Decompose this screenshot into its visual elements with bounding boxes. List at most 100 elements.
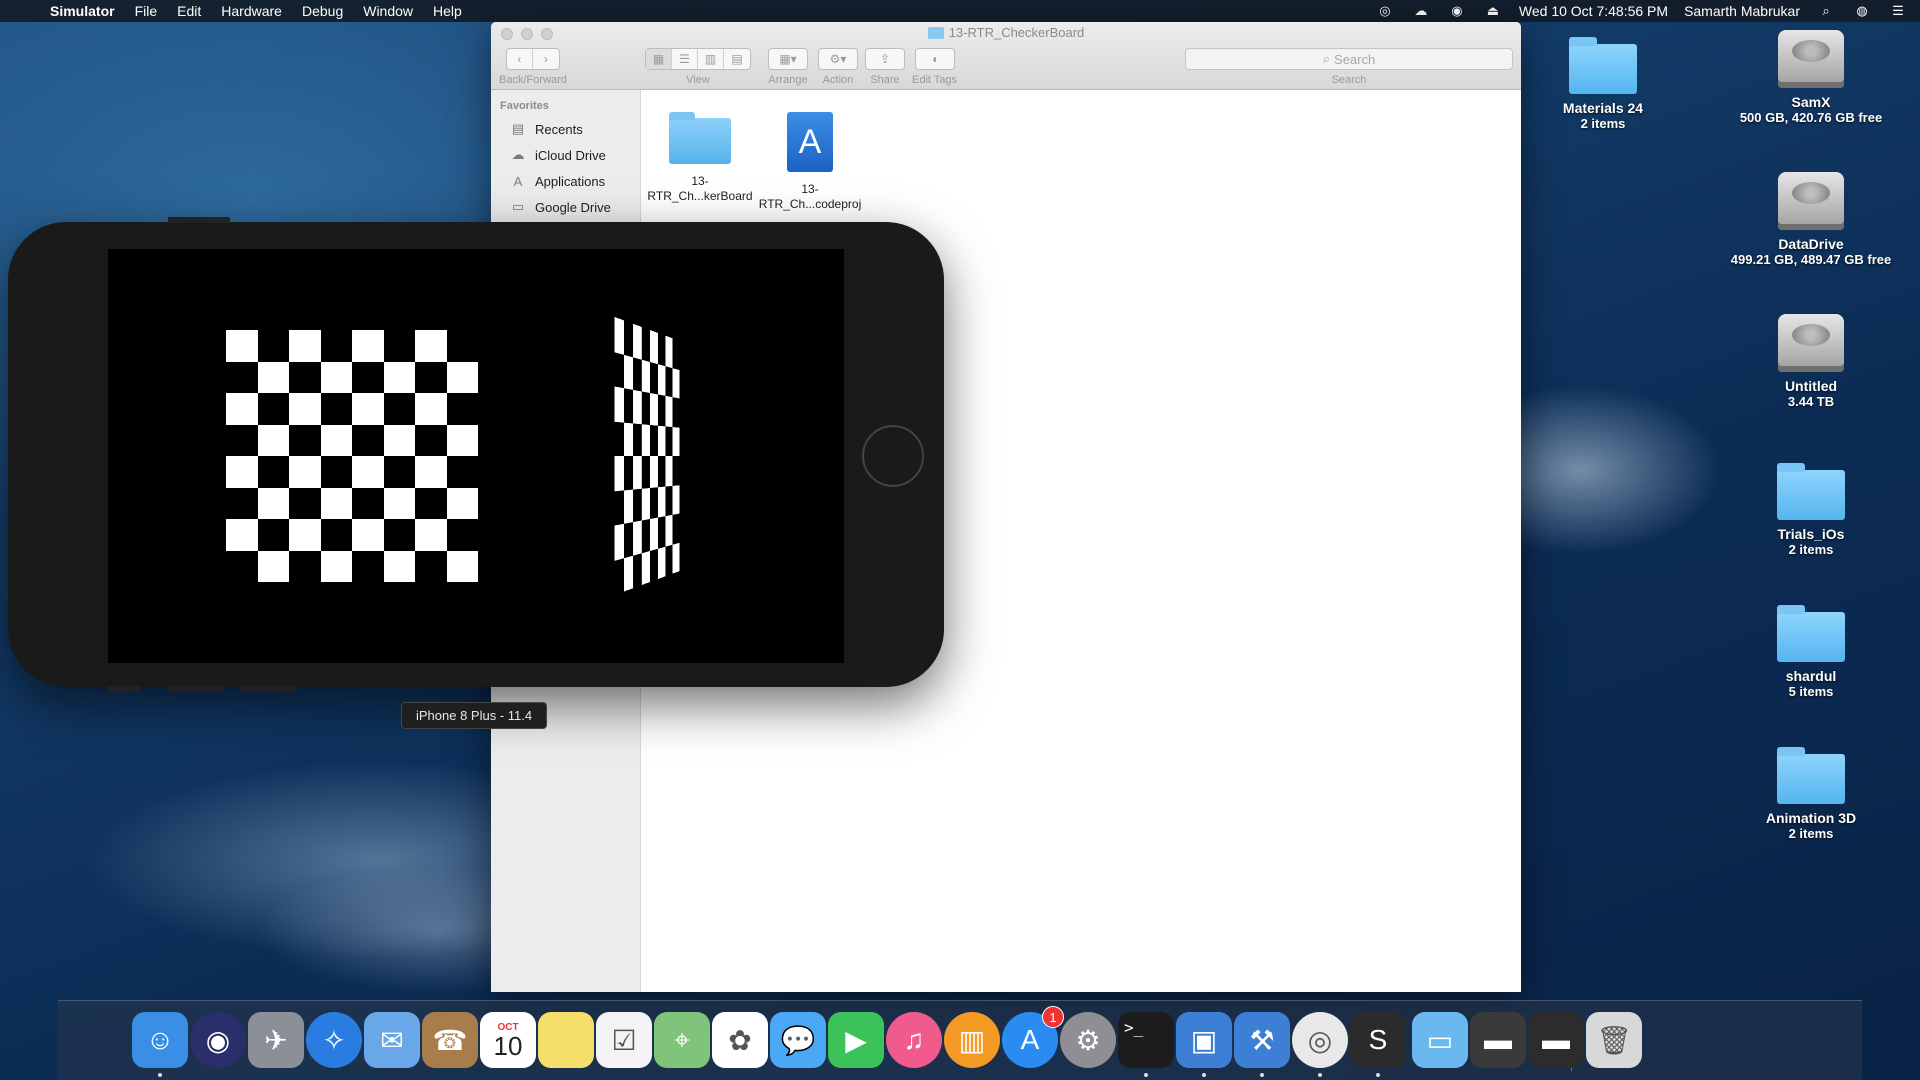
facetime-icon[interactable]: ▶ [828,1012,884,1068]
menu-hardware[interactable]: Hardware [221,3,282,19]
notification-center-icon[interactable]: ☰ [1888,3,1908,18]
list-view-button[interactable]: ☰ [672,49,698,69]
menu-help[interactable]: Help [433,3,462,19]
checker-square [383,550,415,582]
contacts-icon[interactable]: ☎ [422,1012,478,1068]
desktop-item-name: Untitled [1784,378,1838,394]
power-button[interactable] [168,217,230,223]
sidebar-item-applications[interactable]: A Applications [491,168,640,194]
eject-icon[interactable]: ⏏ [1483,3,1503,18]
gallery-view-button[interactable]: ▤ [724,49,750,69]
checker-square [614,523,625,561]
search-placeholder: Search [1334,51,1376,67]
safari-icon[interactable]: ✧ [306,1012,362,1068]
simulator-screen[interactable] [108,249,844,663]
sidebar-heading: Favorites [500,100,549,112]
siri-menu-icon[interactable]: ◍ [1852,3,1872,18]
notes-icon[interactable] [538,1012,594,1068]
launchpad-icon[interactable]: ✈ [248,1012,304,1068]
checker-square [383,393,415,425]
checker-square [650,548,658,582]
forward-button[interactable]: › [533,49,559,69]
menu-user[interactable]: Samarth Mabrukar [1684,3,1800,19]
sublime-text-icon[interactable]: S [1350,1012,1406,1077]
checker-square [641,487,650,521]
finder-icon[interactable]: ☺ [132,1012,188,1077]
checker-square [624,522,634,558]
file-item-folder[interactable]: 13- RTR_Ch...kerBoard [645,104,755,204]
siri-icon[interactable]: ◉ [190,1012,246,1068]
volume-down-button[interactable] [240,686,296,692]
reminders-icon[interactable]: ☑ [596,1012,652,1068]
desktop-item-samx[interactable]: SamX 500 GB, 420.76 GB free [1721,30,1901,125]
arrange-button[interactable]: ▦▾ [769,49,807,69]
itunes-icon[interactable]: ♫ [886,1012,942,1068]
iphone-simulator-window[interactable] [8,217,944,692]
icon-view-button[interactable]: ▦ [646,49,672,69]
sidebar-item-icloud-drive[interactable]: ☁ iCloud Drive [491,142,640,168]
cloud-upload-icon[interactable]: ☁ [1411,3,1431,18]
simulator-icon[interactable]: ▣ [1176,1012,1232,1077]
desktop-item-datadrive[interactable]: DataDrive 499.21 GB, 489.47 GB free [1721,172,1901,267]
menu-edit[interactable]: Edit [177,3,201,19]
sidebar-item-label: Applications [535,173,606,189]
file-name-line2: RTR_Ch...codeproj [758,197,862,211]
desktop-item-materials-24[interactable]: Materials 24 2 items [1513,36,1693,131]
checker-square [633,456,642,490]
photos-icon[interactable]: ✿ [712,1012,768,1068]
checker-square [226,424,258,456]
action-label: Action [822,74,854,86]
stack-icon[interactable]: ▬ [1470,1012,1526,1068]
books-icon[interactable]: ▥ [944,1012,1000,1068]
stack2-icon[interactable]: ▬ [1528,1012,1584,1068]
share-button[interactable]: ⇪ [866,49,904,69]
menu-debug[interactable]: Debug [302,3,343,19]
desktop-item-animation-3d[interactable]: Animation 3D 2 items [1721,746,1901,841]
ringer-switch[interactable] [108,686,140,692]
column-view-button[interactable]: ▥ [698,49,724,69]
checker-square [446,456,478,488]
notification-badge: 1 [1042,1006,1064,1028]
search-input[interactable]: ⌕ Search [1185,48,1513,70]
checker-square [672,426,680,456]
spotlight-icon[interactable]: ⌕ [1816,3,1836,18]
folder-icon [1777,747,1845,804]
menu-file[interactable]: File [135,3,158,19]
terminal-icon[interactable]: >_ [1118,1012,1174,1077]
trash-icon[interactable]: 🗑 [1586,1012,1642,1068]
desktop-item-untitled[interactable]: Untitled 3.44 TB [1721,314,1901,409]
downloads-folder-icon[interactable]: ▭ [1412,1012,1468,1068]
desktop-item-trials-ios[interactable]: Trials_iOs 2 items [1721,462,1901,557]
desktop-item-shardul[interactable]: shardul 5 items [1721,604,1901,699]
back-forward-group: ‹ › Back/Forward [499,48,567,86]
menu-app-name[interactable]: Simulator [50,3,115,19]
file-name-line1: 13- [801,182,819,196]
menu-window[interactable]: Window [363,3,413,19]
home-button[interactable] [862,425,924,487]
sidebar-item-google-drive[interactable]: ▭ Google Drive [491,194,640,220]
checker-square [633,422,642,456]
chrome-icon[interactable]: ◎ [1292,1012,1348,1077]
action-gear-button[interactable]: ⚙▾ [819,49,857,69]
checker-square [383,487,415,519]
maps-icon[interactable]: ⌖ [654,1012,710,1068]
menu-clock[interactable]: Wed 10 Oct 7:48:56 PM [1519,3,1668,19]
back-button[interactable]: ‹ [507,49,533,69]
file-item-xcodeproj[interactable]: A 13- RTR_Ch...codeproj [755,104,865,212]
app-store-icon[interactable]: A1 [1002,1006,1064,1068]
system-preferences-icon[interactable]: ⚙ [1060,1012,1116,1068]
checker-square [257,487,289,519]
checker-square [672,484,680,515]
messages-icon[interactable]: 💬 [770,1012,826,1068]
mail-icon[interactable]: ✉ [364,1012,420,1068]
hard-drive-icon [1778,30,1844,88]
running-indicator [1318,1073,1322,1077]
calendar-icon[interactable]: OCT 10 [480,1012,536,1068]
volume-up-button[interactable] [168,686,224,692]
creative-cloud-icon[interactable]: ◎ [1375,3,1395,18]
xcode-icon[interactable]: ⚒ [1234,1012,1290,1077]
sidebar-item-recents[interactable]: ▤ Recents [491,116,640,142]
edit-tags-button[interactable]: ◖ [916,49,954,69]
desktop-item-sub: 2 items [1580,116,1626,131]
nvidia-icon[interactable]: ◉ [1447,3,1467,18]
